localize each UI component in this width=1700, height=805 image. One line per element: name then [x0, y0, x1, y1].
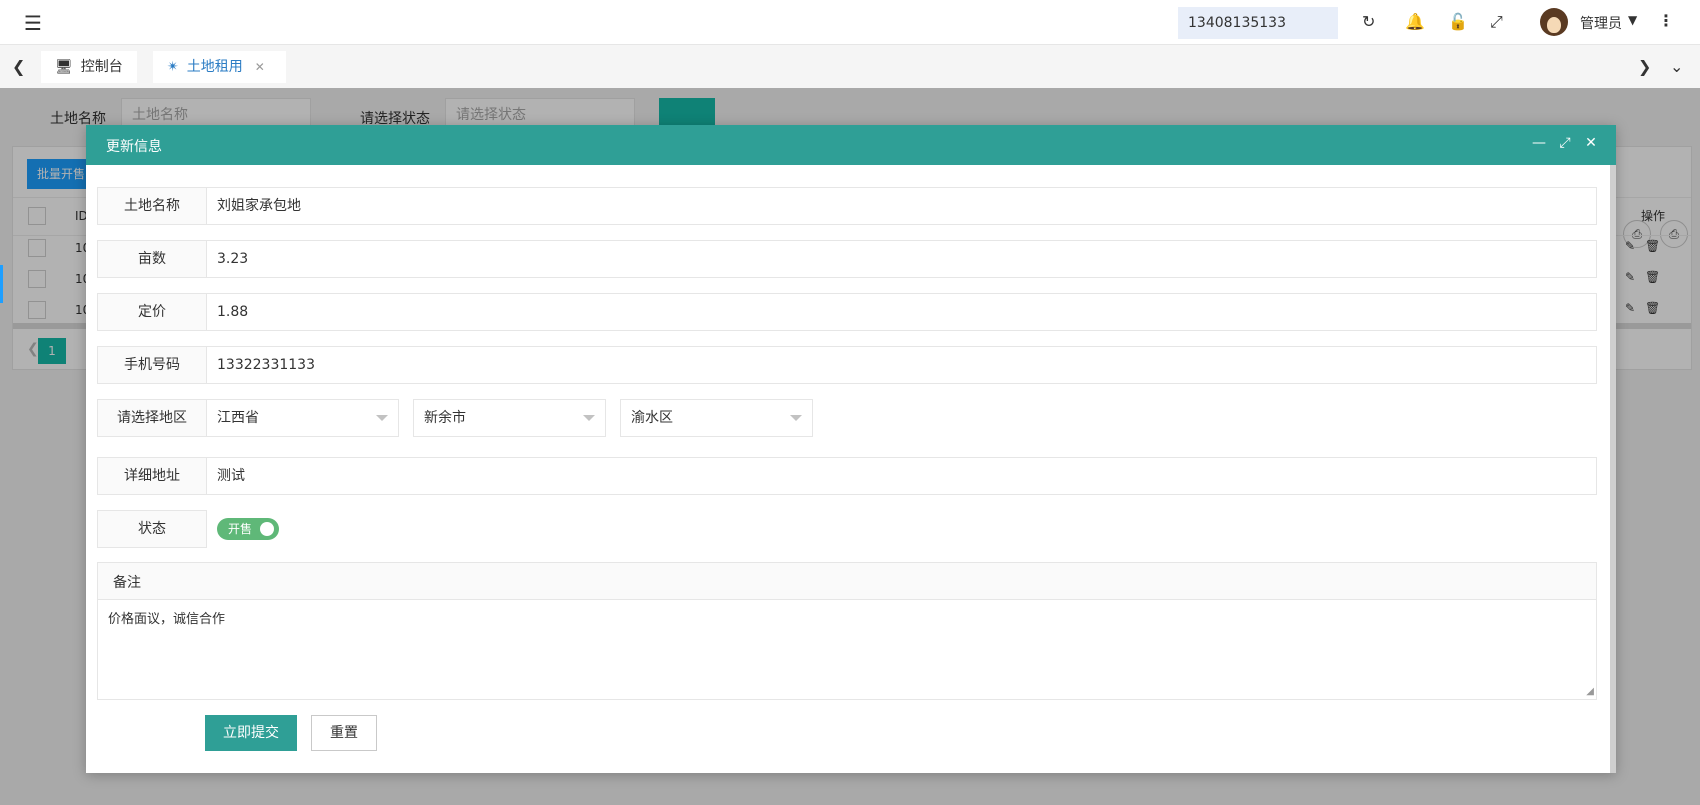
- region-label: 请选择地区: [97, 399, 207, 437]
- switch-knob: [260, 522, 274, 536]
- tab-console[interactable]: 🖥 控制台: [41, 51, 137, 83]
- field-region: 请选择地区 江西省 新余市 渝水区: [97, 399, 1597, 437]
- chevron-down-icon: [376, 415, 388, 421]
- district-select[interactable]: 渝水区: [620, 399, 813, 437]
- resize-handle-icon[interactable]: ◢: [1586, 686, 1594, 697]
- address-input[interactable]: 测试: [206, 457, 1597, 495]
- fullscreen-icon[interactable]: ⤢: [1490, 12, 1503, 32]
- remark-textarea[interactable]: 价格面议，诚信合作: [98, 600, 1596, 699]
- province-value: 江西省: [217, 410, 259, 426]
- dialog-scrollbar[interactable]: [1610, 165, 1616, 773]
- tab-scroll-left-icon[interactable]: ❮: [12, 57, 25, 76]
- phone-label: 手机号码: [97, 346, 207, 384]
- dialog-header: 更新信息 — ⤢ ✕: [86, 125, 1616, 165]
- caret-down-icon[interactable]: ▼: [1628, 13, 1637, 27]
- tab-dropdown-icon[interactable]: ⌄: [1670, 57, 1683, 76]
- tab-scroll-right-icon[interactable]: ❯: [1638, 57, 1651, 76]
- field-acreage: 亩数 3.23: [97, 240, 1597, 278]
- tab-close-icon[interactable]: ✕: [255, 60, 265, 74]
- bell-icon[interactable]: 🔔: [1405, 12, 1425, 31]
- phone-display[interactable]: 13408135133: [1178, 7, 1338, 39]
- province-select[interactable]: 江西省: [206, 399, 399, 437]
- maximize-icon[interactable]: ⤢: [1557, 135, 1573, 151]
- field-status: 状态 开售: [97, 510, 1597, 548]
- tab-console-label: 控制台: [80, 59, 123, 75]
- acreage-input[interactable]: 3.23: [206, 240, 1597, 278]
- monitor-icon: 🖥: [55, 59, 73, 75]
- tab-land-label: 土地租用: [186, 59, 243, 75]
- sidebar-edge: [0, 265, 3, 303]
- avatar[interactable]: [1540, 8, 1568, 36]
- more-vertical-icon[interactable]: ⋮: [1658, 11, 1674, 30]
- chevron-down-icon: [583, 415, 595, 421]
- district-value: 渝水区: [631, 410, 673, 426]
- city-select[interactable]: 新余市: [413, 399, 606, 437]
- field-address: 详细地址 测试: [97, 457, 1597, 495]
- dialog-title: 更新信息: [106, 139, 162, 155]
- tab-land-rental[interactable]: ✴ 土地租用 ✕: [153, 51, 286, 83]
- land-name-label: 土地名称: [97, 187, 207, 225]
- status-switch-text: 开售: [228, 522, 253, 536]
- close-icon[interactable]: ✕: [1583, 135, 1599, 151]
- city-value: 新余市: [424, 410, 466, 426]
- field-phone: 手机号码 13322331133: [97, 346, 1597, 384]
- reset-button[interactable]: 重置: [311, 715, 377, 751]
- remark-field: 备注 价格面议，诚信合作 ◢: [97, 562, 1597, 700]
- remark-header: 备注: [98, 563, 1596, 600]
- status-switch[interactable]: 开售: [217, 518, 279, 540]
- address-label: 详细地址: [97, 457, 207, 495]
- price-input[interactable]: 1.88: [206, 293, 1597, 331]
- top-bar: ☰ 13408135133 ↻ 🔔 🔓 ⤢ 管理员 ▼ ⋮: [0, 0, 1700, 44]
- minimize-icon[interactable]: —: [1531, 135, 1547, 151]
- submit-button[interactable]: 立即提交: [205, 715, 297, 751]
- acreage-label: 亩数: [97, 240, 207, 278]
- chevron-down-icon: [790, 415, 802, 421]
- remark-label: 备注: [113, 575, 141, 591]
- field-land-name: 土地名称 刘姐家承包地: [97, 187, 1597, 225]
- price-label: 定价: [97, 293, 207, 331]
- menu-toggle-icon[interactable]: ☰: [24, 11, 42, 35]
- status-label: 状态: [97, 510, 207, 548]
- tree-icon: ✴: [167, 59, 179, 75]
- tab-bar: ❮ 🖥 控制台 ✴ 土地租用 ✕ ❯ ⌄: [0, 44, 1700, 89]
- user-name[interactable]: 管理员: [1580, 13, 1622, 33]
- field-price: 定价 1.88: [97, 293, 1597, 331]
- refresh-icon[interactable]: ↻: [1362, 12, 1375, 31]
- phone-input[interactable]: 13322331133: [206, 346, 1597, 384]
- lock-icon[interactable]: 🔓: [1448, 12, 1468, 31]
- land-name-input[interactable]: 刘姐家承包地: [206, 187, 1597, 225]
- update-dialog: 更新信息 — ⤢ ✕ 土地名称 刘姐家承包地 亩数 3.23 定价 1.88 手…: [86, 125, 1616, 773]
